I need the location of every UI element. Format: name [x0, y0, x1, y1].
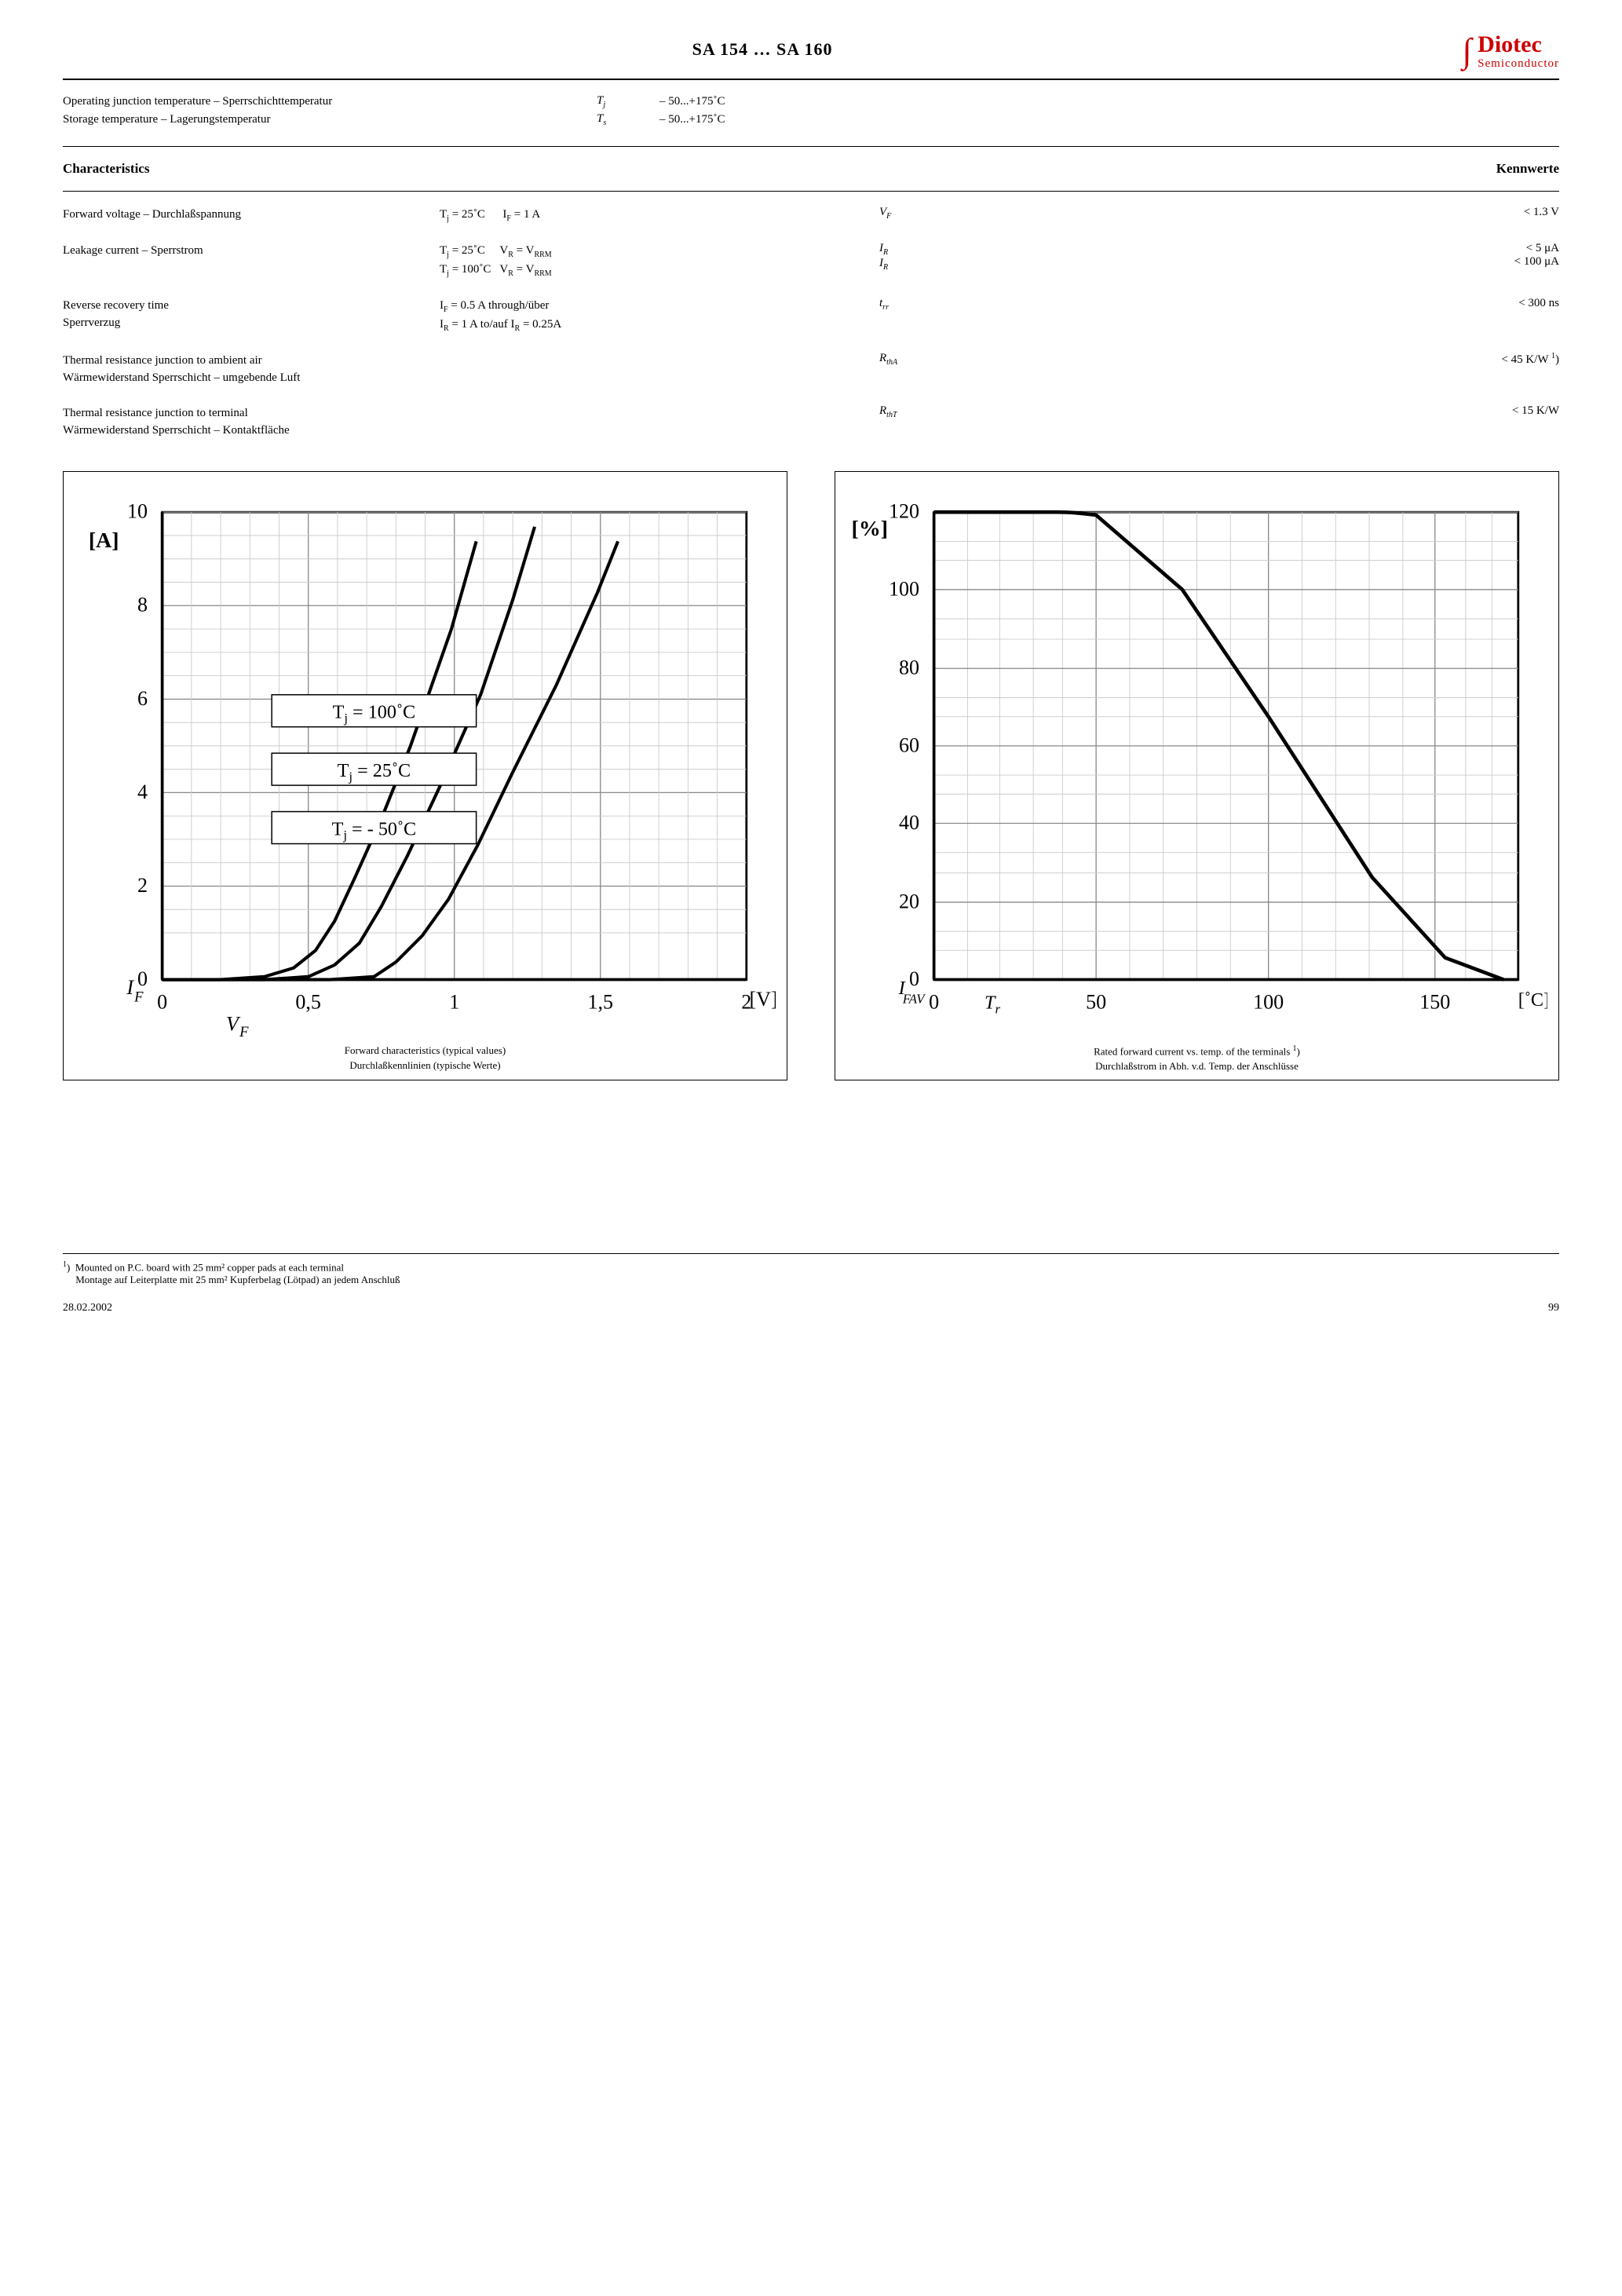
char-cond-rrt: IF = 0.5 A through/über IR = 1 A to/auf …: [440, 297, 879, 335]
logo-subtitle: Semiconductor: [1478, 57, 1559, 71]
char-row-leakage: Leakage current – Sperrstrom Tj = 25˚C V…: [63, 242, 1559, 280]
svg-text:1: 1: [449, 990, 459, 1013]
section-divider: [63, 146, 1559, 147]
char-row-thermal-ambient: Thermal resistance junction to ambient a…: [63, 352, 1559, 387]
document-title: SA 154 … SA 160: [63, 31, 1462, 60]
char-symbol-lc: IR IR: [879, 242, 974, 272]
footer-date: 28.02.2002: [63, 1302, 112, 1314]
svg-text:10: 10: [127, 499, 148, 522]
graph-forward-char: 0 2 4 6 8 10 [A] 0 0,5 1 1,5 2 V F [V] I…: [63, 471, 787, 1081]
char-value-ta: < 45 K/W 1): [974, 352, 1559, 367]
svg-text:8: 8: [137, 593, 148, 616]
footer-page: 99: [1548, 1302, 1559, 1314]
logo-text: Diotec Semiconductor: [1478, 31, 1559, 71]
logo: ∫ Diotec Semiconductor: [1462, 31, 1559, 71]
svg-text:0: 0: [137, 967, 148, 989]
svg-text:[V]: [V]: [750, 988, 776, 1011]
svg-text:Tr: Tr: [985, 992, 1000, 1016]
svg-text:[˚C]: [˚C]: [1518, 989, 1547, 1011]
graph-rated-svg: 0 20 40 60 80 100 120 [%] 0 Tr 50 100 15…: [846, 483, 1547, 1038]
spacer: [63, 1112, 1559, 1206]
char-symbol-fv: VF: [879, 206, 974, 221]
char-row-rrt: Reverse recovery time Sperrverzug IF = 0…: [63, 297, 1559, 335]
graph-rated-current: 0 20 40 60 80 100 120 [%] 0 Tr 50 100 15…: [835, 471, 1559, 1081]
svg-text:120: 120: [889, 499, 919, 522]
svg-text:1,5: 1,5: [587, 990, 613, 1013]
characteristics-header: Characteristics Kennwerte: [63, 161, 1559, 177]
svg-text:80: 80: [899, 656, 919, 678]
svg-text:F: F: [239, 1024, 249, 1038]
char-value-rrt: < 300 ns: [974, 297, 1559, 310]
svg-text:60: 60: [899, 733, 919, 756]
svg-text:F: F: [133, 989, 144, 1005]
footnote-section: 1) Mounted on P.C. board with 25 mm² cop…: [63, 1253, 1559, 1286]
logo-name: Diotec: [1478, 31, 1559, 57]
char-row-forward-voltage: Forward voltage – Durchlaßspannung Tj = …: [63, 206, 1559, 225]
footnote-content: 1) Mounted on P.C. board with 25 mm² cop…: [63, 1260, 1559, 1286]
char-symbol-ta: RthA: [879, 352, 974, 367]
char-value-fv: < 1.3 V: [974, 206, 1559, 219]
char-value-tt: < 15 K/W: [974, 404, 1559, 418]
svg-text:2: 2: [137, 873, 148, 896]
svg-text:[%]: [%]: [852, 516, 888, 540]
graph-forward-caption: Forward characteristics (typical values)…: [75, 1044, 776, 1072]
char-divider-top: [63, 191, 1559, 192]
temp-symbol-tj: Tj: [597, 94, 659, 109]
temp-label-junction: Operating junction temperature – Sperrsc…: [63, 95, 597, 108]
svg-text:FAV: FAV: [902, 991, 926, 1006]
svg-text:0,5: 0,5: [295, 990, 321, 1013]
svg-text:100: 100: [889, 577, 919, 600]
temp-row-storage: Storage temperature – Lagerungstemperatu…: [63, 112, 1559, 127]
char-cond-fv: Tj = 25˚C IF = 1 A: [440, 206, 879, 225]
svg-text:0: 0: [909, 967, 919, 989]
svg-text:50: 50: [1086, 990, 1106, 1013]
page-header: SA 154 … SA 160 ∫ Diotec Semiconductor: [63, 31, 1559, 80]
svg-text:6: 6: [137, 686, 148, 709]
svg-text:20: 20: [899, 890, 919, 912]
char-row-thermal-terminal: Thermal resistance junction to terminal …: [63, 404, 1559, 440]
footnote-text-en: Mounted on P.C. board with 25 mm² copper…: [75, 1261, 344, 1273]
svg-text:V: V: [226, 1012, 241, 1035]
char-name-lc: Leakage current – Sperrstrom: [63, 242, 440, 260]
page-footer: 28.02.2002 99: [63, 1302, 1559, 1314]
graph-forward-caption-de: Durchlaßkennlinien (typische Werte): [75, 1058, 776, 1073]
footnote-text-de: Montage auf Leiterplatte mit 25 mm² Kupf…: [75, 1274, 400, 1285]
graphs-section: 0 2 4 6 8 10 [A] 0 0,5 1 1,5 2 V F [V] I…: [63, 471, 1559, 1081]
temp-value-tj: – 50...+175˚C: [659, 95, 1559, 108]
graph-rated-caption: Rated forward current vs. temp. of the t…: [846, 1044, 1547, 1073]
char-symbol-rrt: trr: [879, 297, 974, 312]
temp-symbol-ts: Ts: [597, 112, 659, 127]
char-cond-lc: Tj = 25˚C VR = VRRM Tj = 100˚C VR = VRRM: [440, 242, 879, 280]
svg-text:4: 4: [137, 780, 148, 803]
temp-value-ts: – 50...+175˚C: [659, 113, 1559, 126]
temp-label-storage: Storage temperature – Lagerungstemperatu…: [63, 113, 597, 126]
graph-rated-caption-de: Durchlaßstrom in Abh. v.d. Temp. der Ans…: [846, 1059, 1547, 1073]
svg-text:40: 40: [899, 810, 919, 833]
svg-text:150: 150: [1419, 990, 1450, 1013]
char-value-lc: < 5 μA < 100 μA: [974, 242, 1559, 269]
svg-text:0: 0: [157, 990, 167, 1013]
svg-text:Tj = 25˚C: Tj = 25˚C: [338, 759, 411, 784]
graph-rated-caption-en: Rated forward current vs. temp. of the t…: [846, 1044, 1547, 1059]
graph-forward-caption-en: Forward characteristics (typical values): [75, 1044, 776, 1058]
temp-row-junction: Operating junction temperature – Sperrsc…: [63, 94, 1559, 109]
char-name-ta: Thermal resistance junction to ambient a…: [63, 352, 440, 387]
char-name-fv: Forward voltage – Durchlaßspannung: [63, 206, 440, 224]
char-name-tt: Thermal resistance junction to terminal …: [63, 404, 440, 440]
svg-text:0: 0: [929, 990, 939, 1013]
svg-text:[A]: [A]: [89, 528, 119, 552]
char-symbol-tt: RthT: [879, 404, 974, 419]
logo-symbol: ∫: [1462, 34, 1471, 68]
svg-text:I: I: [126, 976, 134, 999]
char-name-rrt: Reverse recovery time Sperrverzug: [63, 297, 440, 332]
graph-forward-svg: 0 2 4 6 8 10 [A] 0 0,5 1 1,5 2 V F [V] I…: [75, 483, 776, 1038]
characteristics-title: Characteristics: [63, 161, 149, 177]
kennwerte-title: Kennwerte: [1496, 161, 1559, 177]
temperature-section: Operating junction temperature – Sperrsc…: [63, 94, 1559, 127]
svg-text:100: 100: [1253, 990, 1284, 1013]
